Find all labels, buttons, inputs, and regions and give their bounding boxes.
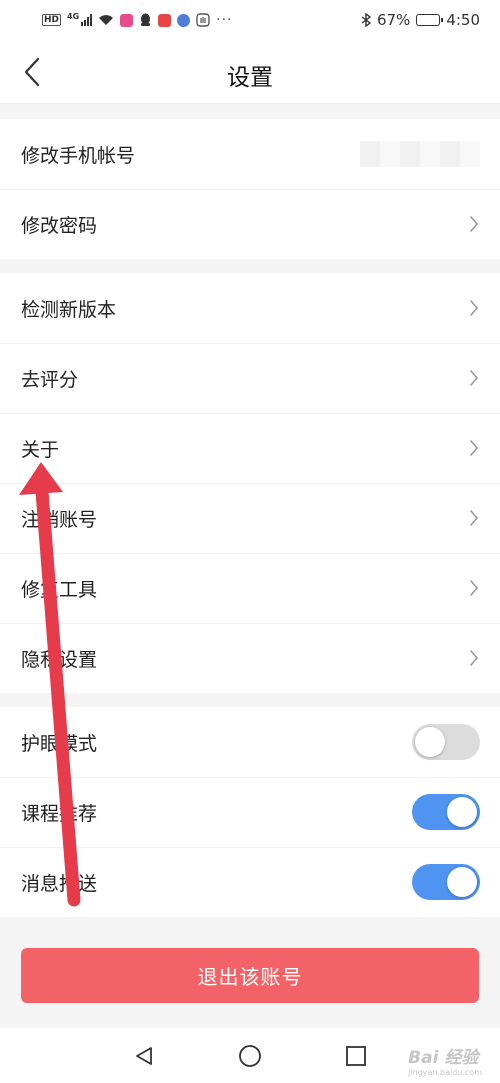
system-home-button[interactable] bbox=[237, 1043, 263, 1069]
change-phone-row[interactable]: 修改手机帐号 bbox=[0, 119, 500, 189]
status-bar: HD 4G ··· 67% 4:50 bbox=[0, 0, 500, 40]
more-notifications-icon: ··· bbox=[216, 12, 233, 28]
privacy-settings-label: 隐私设置 bbox=[21, 648, 98, 671]
page-title: 设置 bbox=[227, 65, 273, 91]
system-nav-bar: Bai 经验 jingyan.baidu.com bbox=[0, 1028, 500, 1083]
status-left: HD 4G ··· bbox=[42, 12, 233, 28]
course-recommend-row: 课程推荐 bbox=[0, 777, 500, 847]
repair-tool-label: 修复工具 bbox=[21, 578, 98, 601]
header-bar: 设置 bbox=[0, 40, 500, 104]
push-message-toggle[interactable] bbox=[412, 864, 480, 900]
chevron-right-icon bbox=[468, 299, 480, 317]
push-message-label: 消息推送 bbox=[21, 872, 98, 895]
check-update-row[interactable]: 检测新版本 bbox=[0, 273, 500, 343]
general-settings-group: 检测新版本 去评分 关于 注销账号 修复工具 隐私设置 bbox=[0, 273, 500, 693]
hd-badge: HD bbox=[42, 14, 62, 26]
battery-icon bbox=[416, 14, 444, 26]
rate-app-row[interactable]: 去评分 bbox=[0, 343, 500, 413]
network-type: 4G bbox=[67, 11, 80, 21]
eye-care-toggle[interactable] bbox=[412, 724, 480, 760]
chevron-right-icon bbox=[468, 509, 480, 527]
watermark-text: Bai 经验 bbox=[408, 1048, 479, 1068]
status-right: 67% 4:50 bbox=[361, 11, 480, 29]
battery-percent: 67% bbox=[376, 11, 411, 29]
chevron-right-icon bbox=[468, 215, 480, 233]
about-row[interactable]: 关于 bbox=[0, 413, 500, 483]
cancel-account-row[interactable]: 注销账号 bbox=[0, 483, 500, 553]
clock: 4:50 bbox=[446, 11, 480, 29]
system-recents-button[interactable] bbox=[343, 1043, 369, 1069]
toggle-settings-group: 护眼模式 课程推荐 消息推送 bbox=[0, 707, 500, 917]
app-notification-icon bbox=[120, 13, 134, 27]
qq-icon bbox=[141, 13, 151, 26]
music-app-icon bbox=[177, 13, 191, 27]
privacy-settings-row[interactable]: 隐私设置 bbox=[0, 623, 500, 693]
chevron-right-icon bbox=[468, 579, 480, 597]
account-settings-group: 修改手机帐号 修改密码 bbox=[0, 119, 500, 259]
change-phone-label: 修改手机帐号 bbox=[21, 144, 136, 167]
masked-phone-number bbox=[360, 141, 480, 167]
system-back-button[interactable] bbox=[131, 1043, 157, 1069]
hand-icon bbox=[196, 13, 210, 27]
repair-tool-row[interactable]: 修复工具 bbox=[0, 553, 500, 623]
course-recommend-toggle[interactable] bbox=[412, 794, 480, 830]
push-message-row: 消息推送 bbox=[0, 847, 500, 917]
chevron-right-icon bbox=[468, 369, 480, 387]
signal-icon bbox=[81, 14, 93, 26]
toggle-knob bbox=[447, 867, 477, 897]
eye-care-label: 护眼模式 bbox=[21, 732, 98, 755]
check-update-label: 检测新版本 bbox=[21, 298, 117, 321]
wifi-icon bbox=[99, 15, 114, 25]
chevron-right-icon bbox=[468, 649, 480, 667]
eye-care-row: 护眼模式 bbox=[0, 707, 500, 777]
bluetooth-icon bbox=[361, 13, 371, 27]
change-password-label: 修改密码 bbox=[21, 214, 98, 237]
change-password-row[interactable]: 修改密码 bbox=[0, 189, 500, 259]
circle-home-icon bbox=[239, 1045, 261, 1067]
chevron-right-icon bbox=[468, 439, 480, 457]
square-recents-icon bbox=[346, 1046, 366, 1066]
toggle-knob bbox=[447, 797, 477, 827]
triangle-back-icon bbox=[136, 1047, 152, 1065]
watermark-sub: jingyan.baidu.com bbox=[408, 1068, 482, 1077]
course-recommend-label: 课程推荐 bbox=[21, 802, 98, 825]
about-label: 关于 bbox=[21, 438, 60, 461]
cancel-account-label: 注销账号 bbox=[21, 508, 98, 531]
app-notification-icon bbox=[158, 13, 172, 27]
logout-button[interactable]: 退出该账号 bbox=[21, 948, 479, 1003]
rate-app-label: 去评分 bbox=[21, 368, 79, 391]
toggle-knob bbox=[415, 727, 445, 757]
watermark: Bai 经验 jingyan.baidu.com bbox=[408, 1043, 482, 1077]
